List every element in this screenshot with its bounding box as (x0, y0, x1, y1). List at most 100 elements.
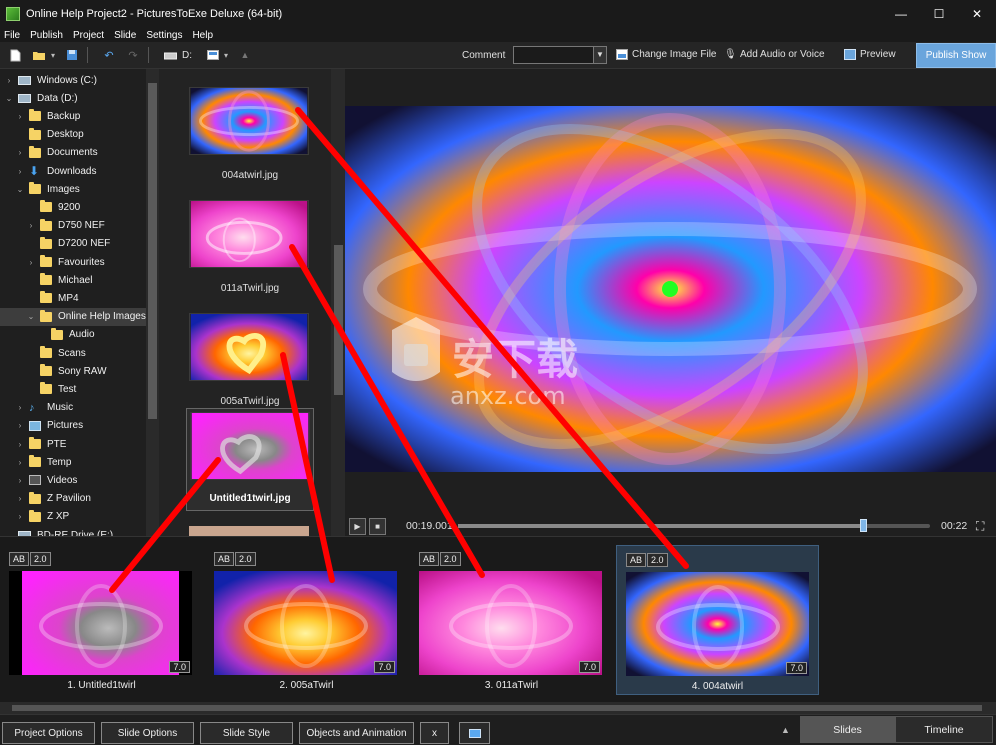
tab-timeline[interactable]: Timeline (895, 716, 993, 743)
tree-item[interactable]: ⌄ Data (D:) (0, 89, 146, 107)
seek-slider[interactable] (458, 519, 930, 532)
objects-animation-button[interactable]: Objects and Animation (299, 722, 414, 744)
tree-item[interactable]: › Pictures (0, 417, 146, 435)
project-options-button[interactable]: Project Options (2, 722, 95, 744)
x-button[interactable]: x (420, 722, 449, 744)
play-icon[interactable]: ▶ (349, 517, 366, 535)
publish-show-button[interactable]: Publish Show (916, 43, 996, 68)
menu-slide[interactable]: Slide (110, 30, 142, 41)
open-folder-icon[interactable] (30, 46, 48, 64)
menu-project[interactable]: Project (69, 30, 110, 41)
expander-icon[interactable]: › (15, 403, 25, 412)
tree-scrollbar[interactable] (146, 69, 159, 536)
tree-item[interactable]: › Z XP (0, 508, 146, 526)
preview-button[interactable]: Preview (844, 49, 896, 60)
slide-item[interactable]: AB 2.0 7.0 2. 005aTwirl (205, 545, 408, 695)
expander-icon[interactable]: › (15, 476, 25, 485)
undo-icon[interactable]: ↶ (100, 46, 118, 64)
tree-item[interactable]: › Documents (0, 144, 146, 162)
add-audio-button[interactable]: 🎙 Add Audio or Voice (724, 49, 825, 60)
collapse-up-icon[interactable]: ▲ (781, 725, 790, 735)
transition-badge[interactable]: AB (419, 552, 440, 566)
expander-icon[interactable]: ⌄ (26, 312, 36, 321)
tree-item[interactable]: Michael (0, 271, 146, 289)
thumbnail-item[interactable]: 011aTwirl.jpg (189, 200, 311, 294)
maximize-button[interactable]: ☐ (920, 0, 958, 28)
expander-icon[interactable]: › (15, 421, 25, 430)
tree-item[interactable]: Audio (0, 326, 146, 344)
tree-item[interactable]: › ⬇ Downloads (0, 162, 146, 180)
slide-item[interactable]: AB 2.0 7.0 1. Untitled1twirl (0, 545, 203, 695)
up-folder-icon[interactable]: ▲ (236, 46, 254, 64)
expander-icon[interactable]: › (15, 148, 25, 157)
expander-icon[interactable]: › (15, 512, 25, 521)
minimize-button[interactable]: — (882, 0, 920, 28)
expander-icon[interactable]: › (15, 458, 25, 467)
transition-badge[interactable]: AB (214, 552, 235, 566)
speed-badge[interactable]: 2.0 (647, 553, 668, 567)
expander-icon[interactable]: › (26, 221, 36, 230)
expander-icon[interactable]: ⌄ (4, 94, 14, 103)
drive-icon[interactable] (161, 46, 179, 64)
tree-item[interactable]: › Videos (0, 471, 146, 489)
close-button[interactable]: ✕ (958, 0, 996, 28)
expander-icon[interactable]: › (15, 112, 25, 121)
tab-slides[interactable]: Slides (800, 716, 895, 743)
seek-handle[interactable] (859, 519, 867, 532)
expander-icon[interactable]: › (26, 258, 36, 267)
thumbnail-item[interactable]: 004atwirl.jpg (189, 87, 311, 181)
stop-icon[interactable]: ■ (369, 517, 386, 535)
view-dropdown-icon[interactable]: ▾ (222, 46, 230, 64)
thumbnail-item-selected[interactable]: Untitled1twirl.jpg (186, 408, 314, 511)
menu-help[interactable]: Help (188, 30, 219, 41)
slide-style-button[interactable]: Slide Style (200, 722, 293, 744)
duration-badge[interactable]: 7.0 (374, 661, 395, 673)
transition-badge[interactable]: AB (626, 553, 647, 567)
tree-item[interactable]: 9200 (0, 198, 146, 216)
view-mode-icon[interactable] (204, 46, 222, 64)
menu-settings[interactable]: Settings (142, 30, 188, 41)
thumbnail-item[interactable]: 005aTwirl.jpg (189, 313, 311, 407)
slide-item[interactable]: AB 2.0 7.0 4. 004atwirl (616, 545, 819, 695)
fullscreen-icon[interactable]: ⛶ (976, 519, 984, 534)
tree-item[interactable]: MP4 (0, 289, 146, 307)
change-image-button[interactable]: Change Image File (616, 49, 717, 60)
speed-badge[interactable]: 2.0 (440, 552, 461, 566)
tree-item[interactable]: › Temp (0, 453, 146, 471)
drive-label[interactable]: D: (182, 50, 192, 61)
speed-badge[interactable]: 2.0 (235, 552, 256, 566)
chevron-down-icon[interactable]: ▼ (593, 47, 606, 63)
slide-item[interactable]: AB 2.0 7.0 3. 011aTwirl (410, 545, 613, 695)
tree-item[interactable]: Test (0, 380, 146, 398)
duration-badge[interactable]: 7.0 (579, 661, 600, 673)
tree-item[interactable]: ⌄ Images (0, 180, 146, 198)
tree-scroll-thumb[interactable] (148, 83, 157, 419)
tree-item[interactable]: Scans (0, 344, 146, 362)
comment-select[interactable]: ▼ (513, 46, 607, 64)
tree-item[interactable]: Sony RAW (0, 362, 146, 380)
slide-options-button[interactable]: Slide Options (101, 722, 194, 744)
tree-item[interactable]: D7200 NEF (0, 235, 146, 253)
recent-dropdown-icon[interactable]: ▾ (49, 46, 57, 64)
tree-item[interactable]: › D750 NEF (0, 217, 146, 235)
menu-file[interactable]: File (0, 30, 26, 41)
redo-icon[interactable]: ↷ (124, 46, 142, 64)
tree-item[interactable]: › Windows (C:) (0, 71, 146, 89)
tree-item[interactable]: › Favourites (0, 253, 146, 271)
thumbnail-scroll-thumb[interactable] (334, 245, 343, 395)
tree-item[interactable]: › ♪ Music (0, 399, 146, 417)
thumbnail-scrollbar[interactable] (331, 69, 345, 536)
tree-item[interactable]: BD-RE Drive (E:) (0, 526, 146, 536)
tree-item[interactable]: › Backup (0, 107, 146, 125)
thumbnail-partial[interactable] (189, 526, 309, 536)
tree-item[interactable]: › PTE (0, 435, 146, 453)
save-icon[interactable] (63, 46, 81, 64)
expander-icon[interactable]: ⌄ (15, 185, 25, 194)
expander-icon[interactable]: › (4, 76, 14, 85)
transition-badge[interactable]: AB (9, 552, 30, 566)
tree-item[interactable]: ⌄ Online Help Images (0, 307, 146, 326)
menu-publish[interactable]: Publish (26, 30, 69, 41)
strip-scroll-thumb[interactable] (12, 705, 982, 711)
tree-item[interactable]: › Z Pavilion (0, 490, 146, 508)
new-file-icon[interactable] (6, 46, 24, 64)
